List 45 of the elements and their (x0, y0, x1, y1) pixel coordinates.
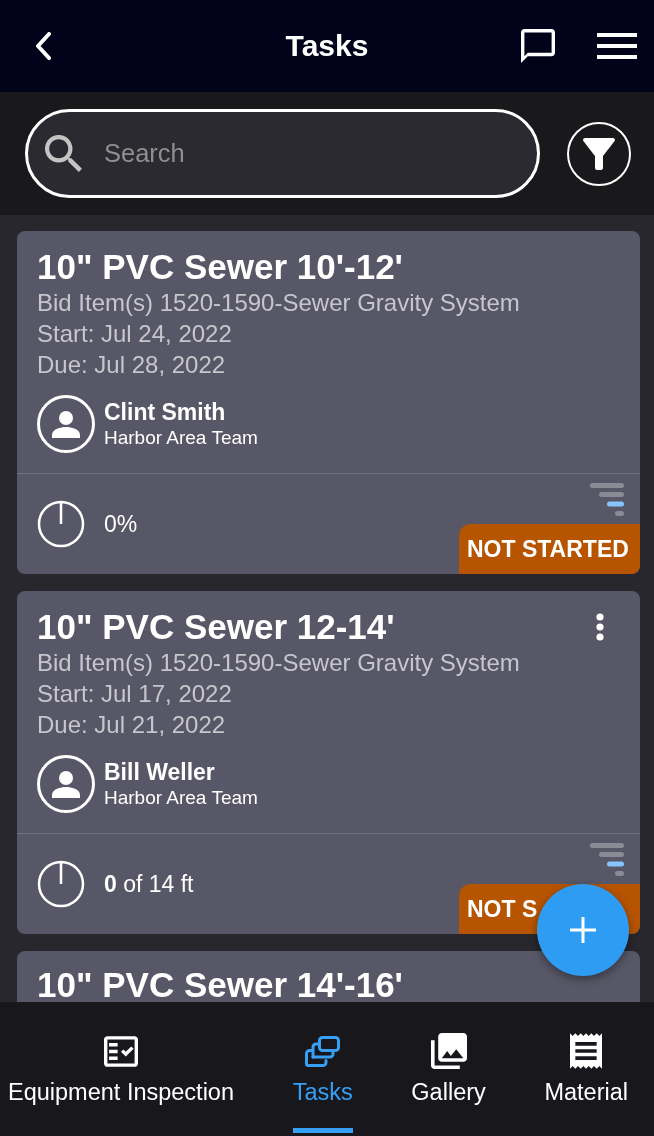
start-date: Start: Jul 17, 2022 (37, 679, 233, 709)
more-button[interactable] (596, 613, 604, 641)
nav-tab[interactable]: Equipment Inspection (8, 1002, 234, 1133)
assignee-name: Bill Weller (104, 758, 216, 785)
progress-text: 0 of 14 ft (104, 870, 194, 898)
kebab-menu-icon (596, 613, 604, 641)
task-title: 10" PVC Sewer 12-14' (37, 607, 396, 647)
filter-icon (583, 137, 615, 170)
avatar-icon (37, 395, 95, 453)
progress-text: 0% (104, 510, 138, 538)
chat-icon (521, 29, 555, 63)
plus-icon (570, 917, 596, 943)
search-icon (45, 135, 82, 172)
task-card[interactable]: 10" PVC Sewer 12-14' Bid Item(s) 1520-1590-Sewer Gravity System Start: Jul 17, 2022 Due: Jul 21, 2022 Bill Weller Harbor Area Team 0 of 14 ft NOT S (17, 591, 640, 934)
search-field[interactable]: Search (25, 109, 540, 198)
receipt-icon (570, 1033, 603, 1069)
priority-bars-icon (590, 483, 624, 516)
menu-button[interactable] (597, 33, 637, 59)
nav-tab[interactable]: Material (544, 1002, 628, 1133)
screen-title: Tasks (285, 28, 369, 64)
status-badge: NOT STARTED (459, 524, 640, 574)
photo-gallery-icon (430, 1033, 467, 1069)
chat-button[interactable] (521, 29, 555, 63)
team-name: Harbor Area Team (104, 785, 258, 810)
menu-icon (597, 33, 637, 59)
task-title: 10" PVC Sewer 14'-16' (37, 965, 404, 1002)
assignee-name: Clint Smith (104, 398, 227, 425)
priority-bars-icon (590, 843, 624, 876)
avatar-icon (37, 755, 95, 813)
start-date: Start: Jul 24, 2022 (37, 319, 233, 349)
chevron-left-icon (35, 32, 51, 60)
checklist-icon (104, 1035, 138, 1067)
bid-item-text: Bid Item(s) 1520-1590-Sewer Gravity System (37, 648, 521, 678)
team-name: Harbor Area Team (104, 425, 258, 450)
task-card[interactable]: 10" PVC Sewer 14'-16' (17, 951, 640, 1002)
task-title: 10" PVC Sewer 10'-12' (37, 247, 404, 287)
due-date: Due: Jul 21, 2022 (37, 710, 227, 740)
bid-item-text: Bid Item(s) 1520-1590-Sewer Gravity System (37, 288, 521, 318)
nav-tab[interactable]: Tasks (292, 1002, 353, 1133)
stacked-windows-icon (305, 1035, 341, 1067)
nav-tab[interactable]: Gallery (411, 1002, 486, 1133)
task-card[interactable]: 10" PVC Sewer 10'-12' Bid Item(s) 1520-1590-Sewer Gravity System Start: Jul 24, 2022 Due: Jul 28, 2022 Clint Smith Harbor Area Team 0% NOT STARTED (17, 231, 640, 574)
filter-button[interactable] (567, 121, 631, 186)
back-button[interactable] (35, 32, 51, 60)
due-date: Due: Jul 28, 2022 (37, 350, 227, 380)
